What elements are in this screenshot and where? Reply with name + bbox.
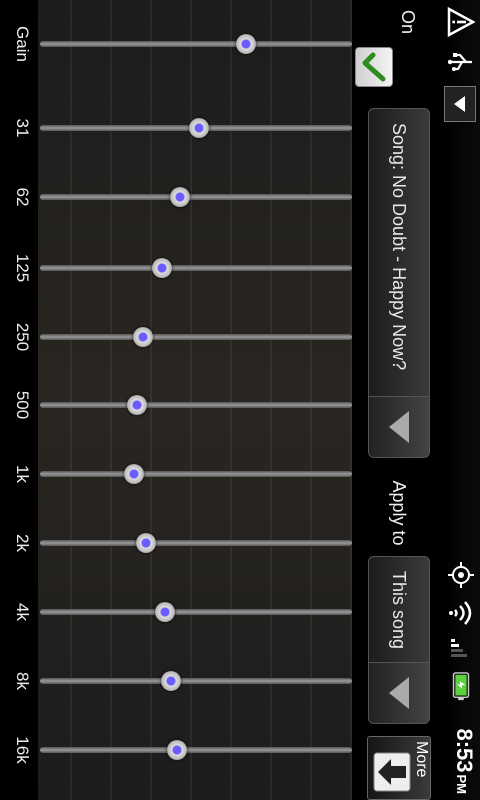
eq-slider-thumb-16k[interactable]: [167, 740, 188, 760]
eq-slider-thumb-4k[interactable]: [154, 602, 175, 622]
status-clock: 8:53 PM: [445, 728, 477, 794]
eq-band-label: 1k: [13, 465, 32, 483]
status-bar: 8:53 PM: [441, 0, 480, 800]
battery-icon: [446, 672, 476, 702]
equalizer-sliders: [38, 0, 352, 800]
eq-band-label: 8k: [13, 672, 32, 690]
eq-band-label: 4k: [13, 603, 32, 621]
eq-band-label: Gain: [13, 26, 32, 62]
eq-slider-thumb-31[interactable]: [189, 118, 210, 138]
clock-time: 8:53: [452, 728, 477, 773]
more-label: More: [413, 741, 430, 778]
eq-band-label: 62: [13, 187, 32, 207]
eq-slider-track-500[interactable]: [40, 402, 352, 408]
song-label: Song: No Doubt - Happy Now?: [389, 123, 410, 371]
gps-icon: [446, 560, 476, 590]
eq-slider-thumb-2k[interactable]: [136, 533, 157, 553]
eq-slider-thumb-500[interactable]: [126, 395, 147, 415]
eq-band-label: 16k: [13, 736, 32, 764]
eq-slider-track-8k[interactable]: [40, 678, 352, 684]
eq-slider-thumb-gain[interactable]: [235, 34, 256, 54]
equalizer: Gain 31 62 125 250 500 1k 2k 4k 8k 16k: [0, 0, 352, 800]
eq-band-label: 2k: [13, 534, 32, 552]
chevron-down-icon: [389, 677, 409, 709]
dropdown-arrow-icon[interactable]: [444, 86, 476, 122]
control-panel: On Song: No Doubt - Happy Now? Apply to …: [352, 0, 442, 800]
signal-icon: [446, 634, 476, 664]
eq-slider-track-16k[interactable]: [40, 747, 352, 753]
eq-band-label: 250: [13, 322, 32, 352]
apply-to-label: Apply to: [389, 480, 410, 546]
eq-slider-track-62[interactable]: [40, 194, 352, 200]
warning-icon: [446, 4, 476, 40]
checkmark-icon: [362, 52, 386, 82]
equalizer-screen: 8:53 PM On Song: No Doubt - Happy Now? A…: [0, 0, 480, 800]
eq-band-label: 500: [13, 390, 32, 420]
apply-to-dropdown-arrow[interactable]: [369, 662, 429, 723]
apply-to-value: This song: [389, 571, 410, 650]
eq-slider-track-125[interactable]: [40, 265, 352, 271]
eq-band-label: 125: [13, 253, 32, 283]
eq-slider-thumb-8k[interactable]: [161, 671, 182, 691]
eq-slider-thumb-250[interactable]: [132, 327, 153, 347]
eq-slider-thumb-62[interactable]: [170, 187, 191, 207]
wifi-icon: [446, 598, 476, 628]
eq-slider-thumb-125[interactable]: [151, 258, 172, 278]
onoff-checkbox[interactable]: [355, 47, 393, 87]
eq-slider-track-1k[interactable]: [40, 471, 352, 477]
song-dropdown[interactable]: Song: No Doubt - Happy Now?: [368, 108, 430, 458]
eq-slider-track-gain[interactable]: [40, 41, 352, 47]
more-button[interactable]: More: [367, 736, 431, 800]
chevron-down-icon: [389, 411, 409, 443]
eq-slider-track-250[interactable]: [40, 334, 352, 340]
arrow-down-icon: [373, 752, 411, 792]
clock-ampm: PM: [454, 774, 469, 795]
apply-to-dropdown[interactable]: This song: [368, 556, 430, 724]
song-dropdown-arrow[interactable]: [369, 396, 429, 457]
eq-slider-track-2k[interactable]: [40, 540, 352, 546]
eq-slider-track-4k[interactable]: [40, 609, 352, 615]
usb-icon: [446, 44, 476, 80]
onoff-label: On: [398, 9, 418, 34]
eq-slider-thumb-1k[interactable]: [123, 464, 144, 484]
equalizer-band-labels: Gain 31 62 125 250 500 1k 2k 4k 8k 16k: [0, 0, 38, 800]
eq-band-label: 31: [13, 118, 32, 138]
